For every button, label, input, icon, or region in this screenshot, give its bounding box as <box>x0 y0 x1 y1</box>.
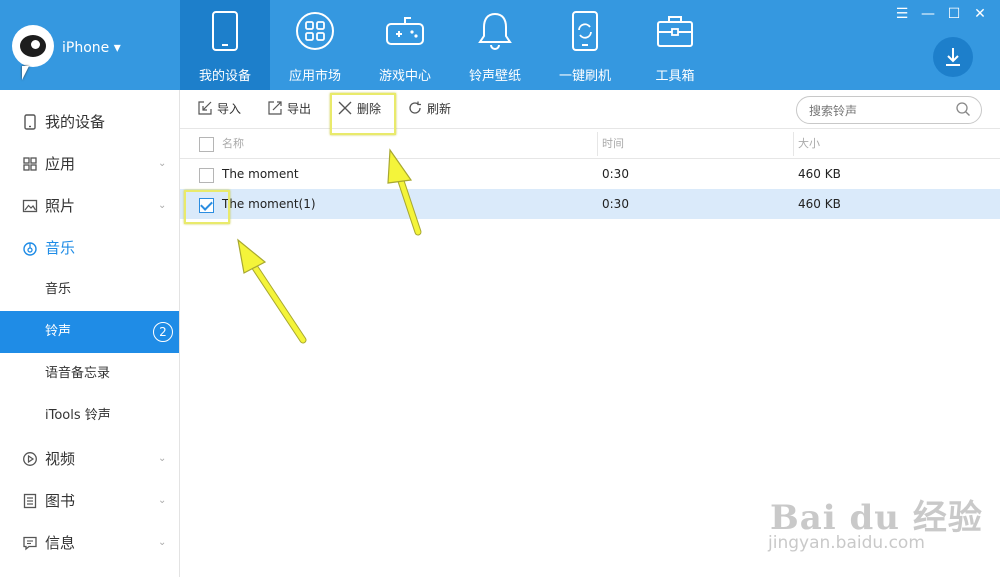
watermark-url: jingyan.baidu.com <box>768 533 925 553</box>
baidu-watermark-logo: Bai du 经验 <box>770 498 983 538</box>
annotation-arrow-icon <box>237 238 307 344</box>
annotation-arrow-icon <box>387 148 422 236</box>
